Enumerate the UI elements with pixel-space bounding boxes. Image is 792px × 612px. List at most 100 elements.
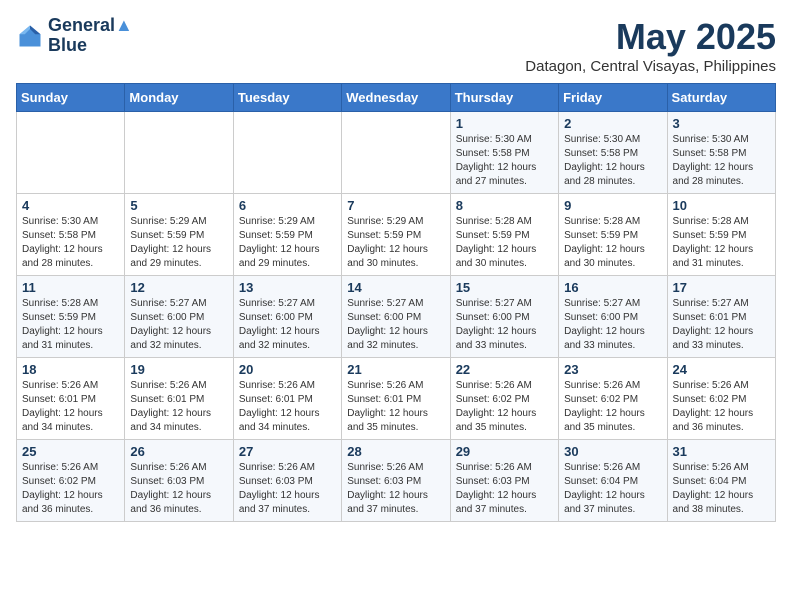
day-number: 20 xyxy=(239,362,336,377)
month-title: May 2025 xyxy=(525,16,776,58)
day-info: Sunrise: 5:26 AMSunset: 6:04 PMDaylight:… xyxy=(564,461,661,517)
day-number: 19 xyxy=(130,362,227,377)
day-number: 7 xyxy=(347,198,444,213)
day-info: Sunrise: 5:26 AMSunset: 6:02 PMDaylight:… xyxy=(673,379,770,435)
calendar-table: SundayMondayTuesdayWednesdayThursdayFrid… xyxy=(16,83,776,522)
calendar-cell: 21 Sunrise: 5:26 AMSunset: 6:01 PMDayligh… xyxy=(342,358,450,440)
calendar-cell: 23 Sunrise: 5:26 AMSunset: 6:02 PMDayligh… xyxy=(559,358,667,440)
calendar-cell: 17 Sunrise: 5:27 AMSunset: 6:01 PMDayligh… xyxy=(667,276,775,358)
day-info: Sunrise: 5:26 AMSunset: 6:03 PMDaylight:… xyxy=(456,461,553,517)
day-number: 26 xyxy=(130,444,227,459)
location-title: Datagon, Central Visayas, Philippines xyxy=(525,58,776,75)
title-block: May 2025 Datagon, Central Visayas, Phili… xyxy=(525,16,776,75)
day-info: Sunrise: 5:30 AMSunset: 5:58 PMDaylight:… xyxy=(564,133,661,189)
day-info: Sunrise: 5:26 AMSunset: 6:04 PMDaylight:… xyxy=(673,461,770,517)
calendar-cell: 31 Sunrise: 5:26 AMSunset: 6:04 PMDayligh… xyxy=(667,440,775,522)
day-info: Sunrise: 5:26 AMSunset: 6:01 PMDaylight:… xyxy=(22,379,119,435)
calendar-cell: 18 Sunrise: 5:26 AMSunset: 6:01 PMDayligh… xyxy=(17,358,125,440)
day-header-monday: Monday xyxy=(125,84,233,112)
day-info: Sunrise: 5:26 AMSunset: 6:03 PMDaylight:… xyxy=(130,461,227,517)
day-info: Sunrise: 5:26 AMSunset: 6:03 PMDaylight:… xyxy=(347,461,444,517)
calendar-cell: 24 Sunrise: 5:26 AMSunset: 6:02 PMDayligh… xyxy=(667,358,775,440)
day-header-friday: Friday xyxy=(559,84,667,112)
day-info: Sunrise: 5:29 AMSunset: 5:59 PMDaylight:… xyxy=(130,215,227,271)
page-header: General▲ Blue May 2025 Datagon, Central … xyxy=(16,16,776,75)
day-number: 24 xyxy=(673,362,770,377)
day-info: Sunrise: 5:28 AMSunset: 5:59 PMDaylight:… xyxy=(22,297,119,353)
calendar-cell: 10Sunrise: 5:28 AMSunset: 5:59 PMDayligh… xyxy=(667,194,775,276)
logo-icon xyxy=(16,22,44,50)
day-info: Sunrise: 5:26 AMSunset: 6:01 PMDaylight:… xyxy=(239,379,336,435)
day-number: 30 xyxy=(564,444,661,459)
day-header-tuesday: Tuesday xyxy=(233,84,341,112)
calendar-cell: 19Sunrise: 5:26 AMSunset: 6:01 PMDayligh… xyxy=(125,358,233,440)
day-info: Sunrise: 5:26 AMSunset: 6:02 PMDaylight:… xyxy=(564,379,661,435)
day-number: 1 xyxy=(456,116,553,131)
calendar-cell: 9Sunrise: 5:28 AMSunset: 5:59 PMDaylight… xyxy=(559,194,667,276)
calendar-cell xyxy=(17,112,125,194)
day-number: 8 xyxy=(456,198,553,213)
day-number: 9 xyxy=(564,198,661,213)
day-number: 17 xyxy=(673,280,770,295)
day-number: 31 xyxy=(673,444,770,459)
calendar-cell: 27Sunrise: 5:26 AMSunset: 6:03 PMDayligh… xyxy=(233,440,341,522)
calendar-cell: 28 Sunrise: 5:26 AMSunset: 6:03 PMDayligh… xyxy=(342,440,450,522)
calendar-cell: 26 Sunrise: 5:26 AMSunset: 6:03 PMDayligh… xyxy=(125,440,233,522)
day-info: Sunrise: 5:26 AMSunset: 6:01 PMDaylight:… xyxy=(347,379,444,435)
calendar-cell: 11Sunrise: 5:28 AMSunset: 5:59 PMDayligh… xyxy=(17,276,125,358)
day-info: Sunrise: 5:27 AMSunset: 6:01 PMDaylight:… xyxy=(673,297,770,353)
day-info: Sunrise: 5:28 AMSunset: 5:59 PMDaylight:… xyxy=(456,215,553,271)
calendar-week-5: 25 Sunrise: 5:26 AMSunset: 6:02 PMDayligh… xyxy=(17,440,776,522)
day-header-thursday: Thursday xyxy=(450,84,558,112)
calendar-cell: 14Sunrise: 5:27 AMSunset: 6:00 PMDayligh… xyxy=(342,276,450,358)
day-number: 21 xyxy=(347,362,444,377)
calendar-cell: 8 Sunrise: 5:28 AMSunset: 5:59 PMDaylight… xyxy=(450,194,558,276)
day-number: 12 xyxy=(130,280,227,295)
logo-text: General▲ Blue xyxy=(48,16,133,56)
day-info: Sunrise: 5:28 AMSunset: 5:59 PMDaylight:… xyxy=(673,215,770,271)
calendar-cell: 2 Sunrise: 5:30 AMSunset: 5:58 PMDaylight… xyxy=(559,112,667,194)
calendar-cell: 29Sunrise: 5:26 AMSunset: 6:03 PMDayligh… xyxy=(450,440,558,522)
day-info: Sunrise: 5:30 AMSunset: 5:58 PMDaylight:… xyxy=(673,133,770,189)
calendar-week-2: 4Sunrise: 5:30 AMSunset: 5:58 PMDaylight… xyxy=(17,194,776,276)
calendar-cell: 1 Sunrise: 5:30 AMSunset: 5:58 PMDaylight… xyxy=(450,112,558,194)
day-number: 22 xyxy=(456,362,553,377)
day-number: 2 xyxy=(564,116,661,131)
calendar-cell: 4Sunrise: 5:30 AMSunset: 5:58 PMDaylight… xyxy=(17,194,125,276)
calendar-header: SundayMondayTuesdayWednesdayThursdayFrid… xyxy=(17,84,776,112)
calendar-cell: 5Sunrise: 5:29 AMSunset: 5:59 PMDaylight… xyxy=(125,194,233,276)
day-number: 14 xyxy=(347,280,444,295)
day-header-saturday: Saturday xyxy=(667,84,775,112)
day-info: Sunrise: 5:27 AMSunset: 6:00 PMDaylight:… xyxy=(239,297,336,353)
day-number: 25 xyxy=(22,444,119,459)
calendar-cell: 6 Sunrise: 5:29 AMSunset: 5:59 PMDaylight… xyxy=(233,194,341,276)
calendar-cell xyxy=(342,112,450,194)
calendar-week-1: 1 Sunrise: 5:30 AMSunset: 5:58 PMDaylight… xyxy=(17,112,776,194)
day-number: 16 xyxy=(564,280,661,295)
day-number: 23 xyxy=(564,362,661,377)
day-number: 6 xyxy=(239,198,336,213)
day-info: Sunrise: 5:26 AMSunset: 6:03 PMDaylight:… xyxy=(239,461,336,517)
day-info: Sunrise: 5:29 AMSunset: 5:59 PMDaylight:… xyxy=(239,215,336,271)
day-number: 28 xyxy=(347,444,444,459)
day-info: Sunrise: 5:26 AMSunset: 6:02 PMDaylight:… xyxy=(22,461,119,517)
day-info: Sunrise: 5:30 AMSunset: 5:58 PMDaylight:… xyxy=(456,133,553,189)
day-info: Sunrise: 5:29 AMSunset: 5:59 PMDaylight:… xyxy=(347,215,444,271)
day-header-wednesday: Wednesday xyxy=(342,84,450,112)
calendar-cell: 12Sunrise: 5:27 AMSunset: 6:00 PMDayligh… xyxy=(125,276,233,358)
calendar-week-3: 11Sunrise: 5:28 AMSunset: 5:59 PMDayligh… xyxy=(17,276,776,358)
calendar-cell: 13Sunrise: 5:27 AMSunset: 6:00 PMDayligh… xyxy=(233,276,341,358)
calendar-cell: 3 Sunrise: 5:30 AMSunset: 5:58 PMDaylight… xyxy=(667,112,775,194)
calendar-cell: 30 Sunrise: 5:26 AMSunset: 6:04 PMDayligh… xyxy=(559,440,667,522)
calendar-week-4: 18 Sunrise: 5:26 AMSunset: 6:01 PMDayligh… xyxy=(17,358,776,440)
day-number: 15 xyxy=(456,280,553,295)
day-number: 4 xyxy=(22,198,119,213)
calendar-cell xyxy=(233,112,341,194)
day-info: Sunrise: 5:26 AMSunset: 6:02 PMDaylight:… xyxy=(456,379,553,435)
day-number: 3 xyxy=(673,116,770,131)
calendar-cell: 7 Sunrise: 5:29 AMSunset: 5:59 PMDaylight… xyxy=(342,194,450,276)
day-number: 18 xyxy=(22,362,119,377)
calendar-cell: 15Sunrise: 5:27 AMSunset: 6:00 PMDayligh… xyxy=(450,276,558,358)
day-info: Sunrise: 5:27 AMSunset: 6:00 PMDaylight:… xyxy=(564,297,661,353)
calendar-cell xyxy=(125,112,233,194)
